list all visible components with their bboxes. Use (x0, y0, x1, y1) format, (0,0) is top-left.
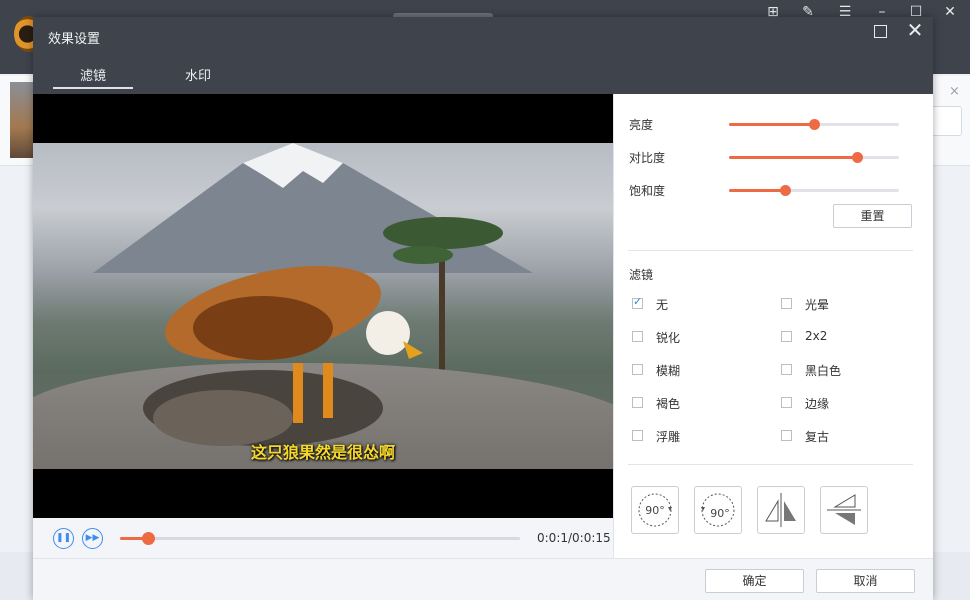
pause-button[interactable]: ❚❚ (53, 528, 74, 549)
filter-checkbox[interactable] (632, 331, 643, 342)
fast-forward-button[interactable]: ▶▶ (82, 528, 103, 549)
ok-button[interactable]: 确定 (705, 569, 804, 593)
tab-filter[interactable]: 滤镜 (53, 65, 133, 89)
brightness-fill (729, 123, 814, 126)
saturation-fill (729, 189, 786, 192)
brightness-slider[interactable] (729, 119, 899, 130)
filter-checkbox[interactable] (781, 298, 792, 309)
progress-bar[interactable] (120, 532, 520, 545)
filter-checkbox[interactable] (781, 331, 792, 342)
filter-label: 模糊 (656, 364, 681, 378)
progress-handle[interactable] (142, 532, 155, 545)
filter-checkbox[interactable] (781, 364, 792, 375)
filter-label: 浮雕 (656, 430, 681, 444)
filter-label: 锐化 (656, 331, 681, 345)
filter-label: 无 (656, 298, 669, 312)
file-output-field[interactable] (930, 106, 962, 136)
dialog-header: 效果设置 ✕ 滤镜 水印 (33, 17, 933, 94)
tab-watermark[interactable]: 水印 (158, 65, 238, 87)
filter-checkbox[interactable] (632, 397, 643, 408)
flip-vertical-icon (827, 494, 861, 525)
effects-dialog: 效果设置 ✕ 滤镜 水印 这只狼果然是很怂啊 ❚❚ ▶▶ 0:0:1/0:0:1… (33, 17, 933, 600)
filter-section-label: 滤镜 (629, 268, 654, 282)
rotate-counterclockwise-button[interactable]: 90° (694, 486, 742, 534)
timecode: 0:0:1/0:0:15 (537, 531, 611, 545)
filter-checkbox[interactable] (632, 295, 643, 309)
brightness-row: 亮度 (629, 114, 919, 134)
filter-checkbox[interactable] (781, 430, 792, 441)
divider (628, 250, 913, 251)
dialog-title: 效果设置 (48, 32, 101, 47)
brightness-label: 亮度 (629, 118, 654, 132)
divider (628, 464, 913, 465)
close-icon[interactable]: ✕ (906, 20, 924, 40)
flip-vertical-button[interactable] (820, 486, 868, 534)
filter-checkbox[interactable] (632, 364, 643, 375)
reset-button[interactable]: 重置 (833, 204, 912, 228)
contrast-handle[interactable] (851, 152, 863, 163)
file-thumbnail[interactable] (10, 82, 34, 158)
saturation-handle[interactable] (780, 185, 792, 196)
video-preview: 这只狼果然是很怂啊 (33, 94, 613, 518)
filter-checkbox[interactable] (781, 397, 792, 408)
filter-label: 复古 (805, 430, 830, 444)
saturation-slider[interactable] (729, 185, 899, 196)
playback-controls: ❚❚ ▶▶ 0:0:1/0:0:15 (33, 518, 613, 558)
contrast-row: 对比度 (629, 147, 919, 167)
filter-checkbox[interactable] (632, 430, 643, 441)
video-subtitle: 这只狼果然是很怂啊 (250, 443, 395, 462)
flip-horizontal-button[interactable] (757, 486, 805, 534)
rotate-counterclockwise-icon: 90° (701, 493, 735, 527)
contrast-fill (729, 156, 857, 159)
rotate-clockwise-icon: 90° (638, 493, 672, 527)
svg-text:90°: 90° (645, 504, 665, 517)
filter-label: 2x2 (805, 329, 828, 343)
saturation-label: 饱和度 (629, 184, 666, 198)
rotate-clockwise-button[interactable]: 90° (631, 486, 679, 534)
settings-panel: 亮度 对比度 饱和度 重置 滤镜 无 (613, 94, 933, 558)
video-frame: 这只狼果然是很怂啊 (33, 143, 613, 469)
maximize-icon[interactable] (874, 25, 887, 38)
dialog-footer: 确定 取消 (33, 558, 933, 600)
app-close-icon[interactable]: ✕ (942, 4, 958, 20)
flip-horizontal-icon (765, 493, 796, 527)
brightness-handle[interactable] (809, 119, 820, 130)
filter-label: 边缘 (805, 397, 830, 411)
filter-label: 光晕 (805, 298, 830, 312)
contrast-label: 对比度 (629, 151, 666, 165)
filter-label: 黑白色 (805, 364, 842, 378)
saturation-row: 饱和度 (629, 180, 919, 200)
eagle-wolf-image (143, 265, 423, 446)
contrast-slider[interactable] (729, 152, 899, 163)
filter-label: 褐色 (656, 397, 681, 411)
remove-file-icon[interactable]: × (949, 84, 960, 99)
svg-text:90°: 90° (710, 507, 730, 520)
cancel-button[interactable]: 取消 (816, 569, 915, 593)
